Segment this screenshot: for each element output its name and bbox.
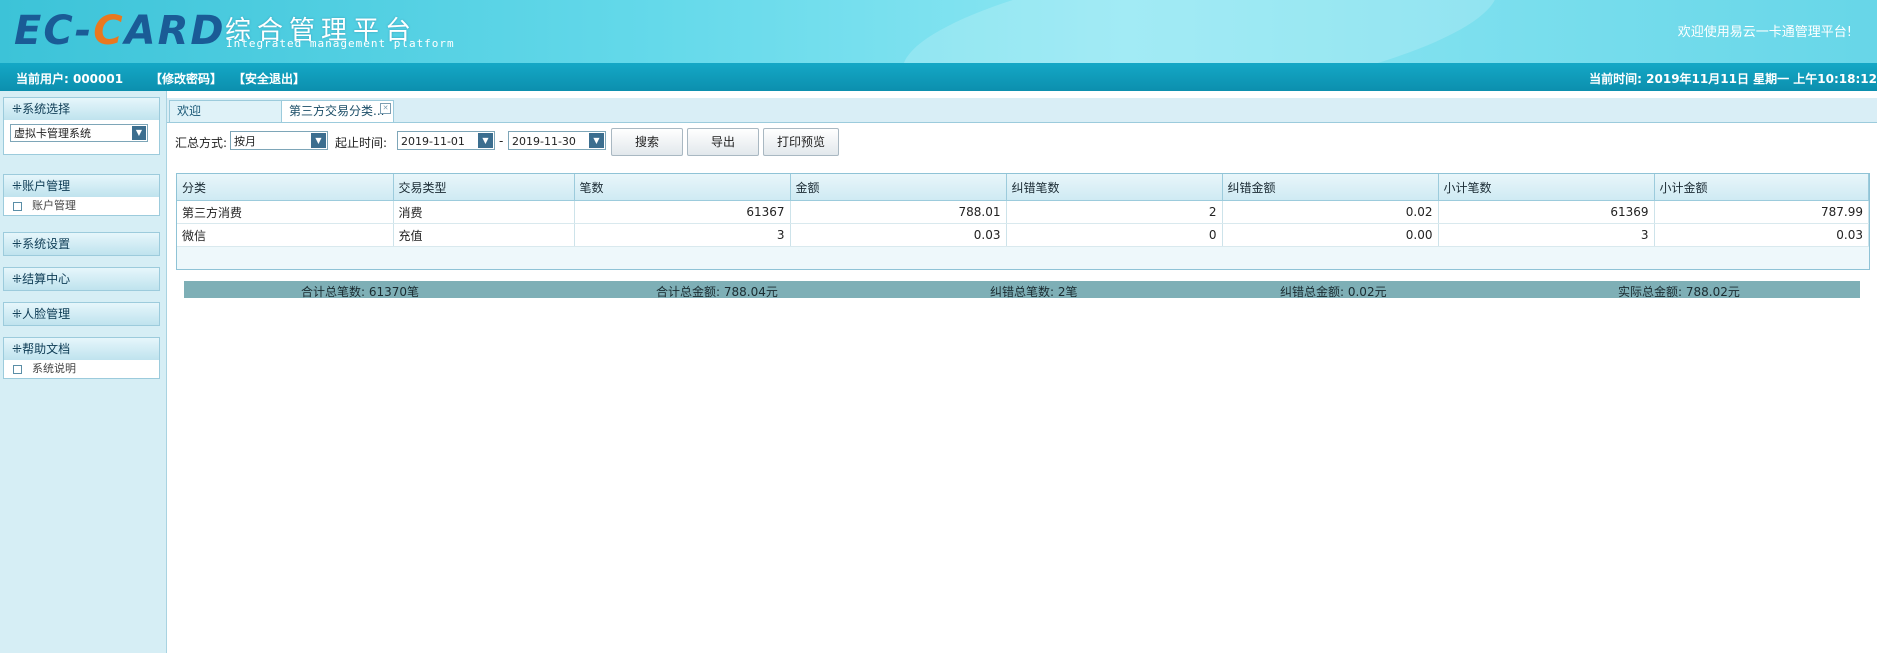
column-header[interactable]: 笔数 [574, 174, 791, 201]
summary-mode-value: 按月 [234, 135, 256, 148]
account-header[interactable]: ⁜账户管理 [4, 175, 159, 197]
table-cell: 2 [1006, 200, 1223, 224]
column-header[interactable]: 交易类型 [393, 174, 575, 201]
face-panel: ⁜人脸管理 [3, 302, 160, 326]
account-panel: ⁜账户管理 账户管理 [3, 174, 160, 216]
total-amount: 合计总金额: 788.04元 [656, 285, 778, 299]
table-header-row: 分类 交易类型 笔数 金额 纠错笔数 纠错金额 小计笔数 小计金额 [177, 174, 1869, 201]
settings-header[interactable]: ⁜系统设置 [4, 233, 159, 255]
date-to-value: 2019-11-30 [512, 135, 576, 148]
header-banner: EC-CARD 综合管理平台 Integrated management pla… [0, 0, 1877, 63]
item-icon [13, 202, 22, 211]
table-cell: 788.01 [790, 200, 1007, 224]
user-bar: 当前用户: 000001 【修改密码】 【安全退出】 当前时间: 2019年11… [0, 63, 1877, 91]
table-cell: 0.03 [1654, 223, 1869, 247]
table-cell: 0.02 [1222, 200, 1439, 224]
close-icon[interactable]: ✕ [380, 103, 391, 114]
correction-amount: 纠错总金额: 0.02元 [1280, 285, 1387, 299]
platform-subtitle: Integrated management platform [226, 37, 455, 50]
filter-toolbar: 汇总方式: 按月 ▼ 起止时间: 2019-11-01 ▼ - 2019-11-… [175, 128, 1875, 156]
table-cell: 0 [1006, 223, 1223, 247]
data-grid: 分类 交易类型 笔数 金额 纠错笔数 纠错金额 小计笔数 小计金额 第三方消费 … [176, 173, 1870, 270]
table-cell: 微信 [177, 223, 394, 247]
table-empty-area [177, 247, 1869, 269]
tab-label: 第三方交易分类... [289, 104, 385, 118]
sidebar-item-system-doc[interactable]: 系统说明 [4, 360, 159, 378]
tab-welcome[interactable]: 欢迎 [169, 100, 283, 122]
date-from-input[interactable]: 2019-11-01 ▼ [397, 131, 495, 150]
table-row[interactable]: 微信 充值 3 0.03 0 0.00 3 0.03 [177, 223, 1869, 247]
calendar-dropdown-icon[interactable]: ▼ [589, 133, 604, 148]
tab-third-party-classification[interactable]: 第三方交易分类... ✕ [281, 100, 394, 122]
table-cell: 3 [1438, 223, 1655, 247]
date-separator: - [499, 134, 504, 148]
main-content: 欢迎 第三方交易分类... ✕ 汇总方式: 按月 ▼ 起止时间: 2019-11… [167, 91, 1877, 653]
date-range-label: 起止时间: [335, 136, 388, 150]
total-count: 合计总笔数: 61370笔 [301, 285, 420, 299]
table-row[interactable]: 第三方消费 消费 61367 788.01 2 0.02 61369 787.9… [177, 200, 1869, 224]
summary-bar: 合计总笔数: 61370笔 合计总金额: 788.04元 纠错总笔数: 2笔 纠… [184, 281, 1860, 299]
face-header[interactable]: ⁜人脸管理 [4, 303, 159, 325]
help-header[interactable]: ⁜帮助文档 [4, 338, 159, 360]
system-select-dropdown[interactable]: 虚拟卡管理系统 ▼ [10, 124, 148, 142]
correction-count: 纠错总笔数: 2笔 [990, 285, 1078, 299]
welcome-text: 欢迎使用易云一卡通管理平台! [1677, 25, 1852, 40]
current-time: 当前时间: 2019年11月11日 星期一 上午10:18:12 [1589, 72, 1877, 86]
summary-mode-select[interactable]: 按月 ▼ [230, 131, 328, 150]
settlement-panel: ⁜结算中心 [3, 267, 160, 291]
column-header[interactable]: 金额 [790, 174, 1007, 201]
column-header[interactable]: 分类 [177, 174, 394, 201]
sidebar-item-label: 系统说明 [32, 362, 76, 375]
system-select-header[interactable]: ⁜系统选择 [4, 98, 159, 120]
date-from-value: 2019-11-01 [401, 135, 465, 148]
logout-link[interactable]: 【安全退出】 [233, 70, 305, 87]
column-header[interactable]: 小计笔数 [1438, 174, 1655, 201]
search-button[interactable]: 搜索 [611, 128, 683, 156]
ec-card-logo: EC-CARD [14, 8, 226, 54]
sidebar: ⁜系统选择 虚拟卡管理系统 ▼ ⁜账户管理 账户管理 ⁜系统设置 ⁜结算中心 ⁜… [0, 91, 167, 653]
system-select-panel: ⁜系统选择 虚拟卡管理系统 ▼ [3, 97, 160, 155]
calendar-dropdown-icon[interactable]: ▼ [478, 133, 493, 148]
table-cell: 61367 [574, 200, 791, 224]
current-user: 当前用户: 000001 [16, 72, 124, 86]
banner-decoration [893, 0, 1507, 63]
item-icon [13, 365, 22, 374]
export-button[interactable]: 导出 [687, 128, 759, 156]
tab-bar: 欢迎 第三方交易分类... ✕ [167, 98, 1877, 123]
table-cell: 0.00 [1222, 223, 1439, 247]
table-cell: 消费 [393, 200, 575, 224]
column-header[interactable]: 纠错笔数 [1006, 174, 1223, 201]
tab-label: 欢迎 [177, 104, 202, 118]
table-cell: 充值 [393, 223, 575, 247]
change-password-link[interactable]: 【修改密码】 [150, 70, 222, 87]
chevron-down-icon[interactable]: ▼ [132, 126, 146, 140]
print-preview-button[interactable]: 打印预览 [763, 128, 839, 156]
column-header[interactable]: 纠错金额 [1222, 174, 1439, 201]
table-cell: 第三方消费 [177, 200, 394, 224]
sidebar-item-label: 账户管理 [32, 199, 76, 212]
chevron-down-icon[interactable]: ▼ [311, 133, 326, 148]
column-header[interactable]: 小计金额 [1654, 174, 1869, 201]
table-cell: 3 [574, 223, 791, 247]
date-to-input[interactable]: 2019-11-30 ▼ [508, 131, 606, 150]
help-panel: ⁜帮助文档 系统说明 [3, 337, 160, 379]
table-cell: 787.99 [1654, 200, 1869, 224]
settlement-header[interactable]: ⁜结算中心 [4, 268, 159, 290]
table-cell: 61369 [1438, 200, 1655, 224]
actual-amount: 实际总金额: 788.02元 [1618, 285, 1740, 299]
sidebar-item-account[interactable]: 账户管理 [4, 197, 159, 215]
summary-mode-label: 汇总方式: [175, 136, 228, 150]
system-select-value: 虚拟卡管理系统 [14, 127, 91, 140]
settings-panel: ⁜系统设置 [3, 232, 160, 256]
table-cell: 0.03 [790, 223, 1007, 247]
